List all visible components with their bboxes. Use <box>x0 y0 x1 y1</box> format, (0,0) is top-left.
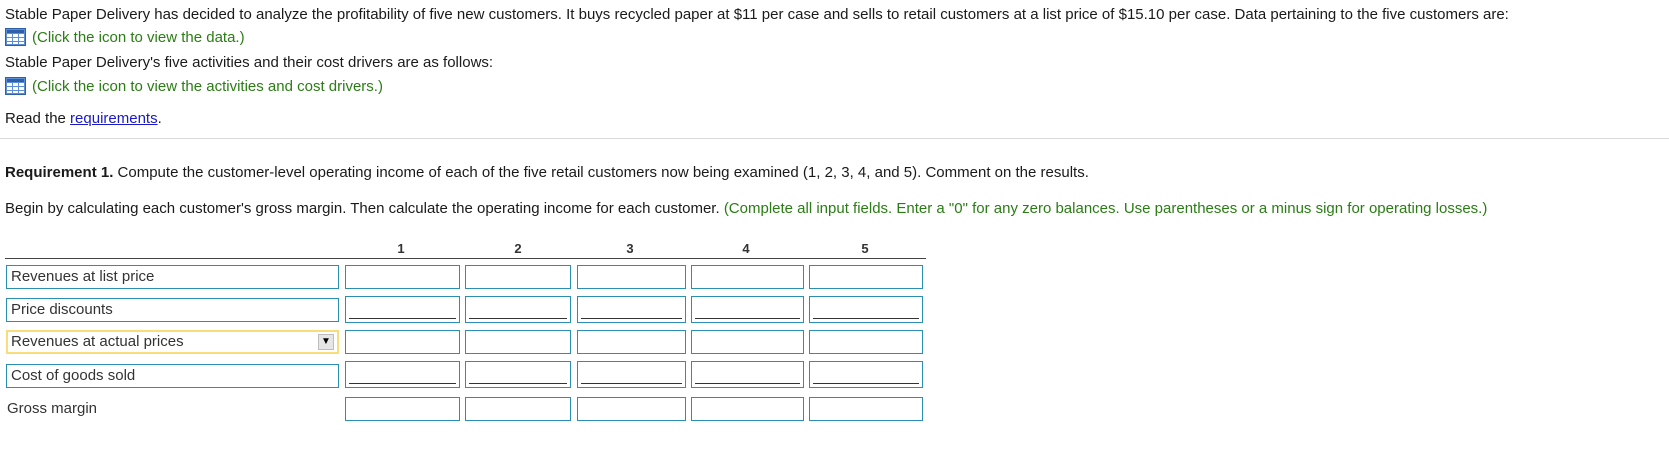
data-link-row[interactable]: (Click the icon to view the data.) <box>5 28 245 47</box>
input-cogs-5[interactable] <box>809 361 923 388</box>
row-select-revenues-actual[interactable]: Revenues at actual prices ▼ <box>6 330 339 354</box>
input-revenues-actual-5[interactable] <box>809 330 923 354</box>
instruction-text: Begin by calculating each customer's gro… <box>5 200 724 217</box>
requirement-row: Requirement 1. Compute the customer-leve… <box>5 164 1089 182</box>
activities-link-row[interactable]: (Click the icon to view the activities a… <box>5 77 383 96</box>
view-data-link[interactable]: (Click the icon to view the data.) <box>32 29 245 46</box>
input-revenues-list-2[interactable] <box>465 265 571 289</box>
column-header-2: 2 <box>514 241 522 256</box>
row-label-revenues-list-price[interactable]: Revenues at list price <box>6 265 339 289</box>
input-gross-margin-2[interactable] <box>465 397 571 421</box>
input-revenues-actual-2[interactable] <box>465 330 571 354</box>
table-header-rule <box>5 258 926 259</box>
dropdown-arrow-icon[interactable]: ▼ <box>318 334 334 350</box>
input-gross-margin-5[interactable] <box>809 397 923 421</box>
section-divider <box>0 138 1669 139</box>
column-header-1: 1 <box>397 241 405 256</box>
input-revenues-actual-1[interactable] <box>345 330 460 354</box>
input-revenues-actual-3[interactable] <box>577 330 686 354</box>
read-suffix: . <box>157 110 162 127</box>
table-grid-icon[interactable] <box>5 77 26 95</box>
requirements-link[interactable]: requirements <box>70 110 158 127</box>
input-price-discounts-4[interactable] <box>691 296 804 323</box>
input-price-discounts-3[interactable] <box>577 296 686 323</box>
input-cogs-2[interactable] <box>465 361 571 388</box>
row-label-cogs[interactable]: Cost of goods sold <box>6 364 339 388</box>
input-revenues-actual-4[interactable] <box>691 330 804 354</box>
input-revenues-list-3[interactable] <box>577 265 686 289</box>
input-cogs-3[interactable] <box>577 361 686 388</box>
input-revenues-list-4[interactable] <box>691 265 804 289</box>
column-header-3: 3 <box>626 241 634 256</box>
requirement-text: Compute the customer-level operating inc… <box>113 164 1089 181</box>
column-header-4: 4 <box>742 241 750 256</box>
read-prefix: Read the <box>5 110 71 127</box>
input-price-discounts-5[interactable] <box>809 296 923 323</box>
input-gross-margin-4[interactable] <box>691 397 804 421</box>
column-header-5: 5 <box>861 241 869 256</box>
instruction-hint: (Complete all input fields. Enter a "0" … <box>723 200 1488 217</box>
requirement-label: Requirement 1. <box>5 164 114 181</box>
table-grid-icon[interactable] <box>5 28 26 46</box>
input-revenues-list-1[interactable] <box>345 265 460 289</box>
read-requirements-row: Read the requirements. <box>5 110 162 128</box>
input-revenues-list-5[interactable] <box>809 265 923 289</box>
activities-intro-text: Stable Paper Delivery's five activities … <box>5 54 494 71</box>
input-cogs-4[interactable] <box>691 361 804 388</box>
instruction-row: Begin by calculating each customer's gro… <box>5 200 1487 218</box>
input-gross-margin-1[interactable] <box>345 397 460 421</box>
row-label-revenues-actual: Revenues at actual prices <box>11 333 184 350</box>
row-label-price-discounts[interactable]: Price discounts <box>6 298 339 322</box>
input-cogs-1[interactable] <box>345 361 460 388</box>
view-activities-link[interactable]: (Click the icon to view the activities a… <box>32 78 383 95</box>
input-price-discounts-2[interactable] <box>465 296 571 323</box>
row-label-gross-margin: Gross margin <box>7 400 98 417</box>
input-gross-margin-3[interactable] <box>577 397 686 421</box>
intro-text: Stable Paper Delivery has decided to ana… <box>5 6 1509 23</box>
input-price-discounts-1[interactable] <box>345 296 460 323</box>
